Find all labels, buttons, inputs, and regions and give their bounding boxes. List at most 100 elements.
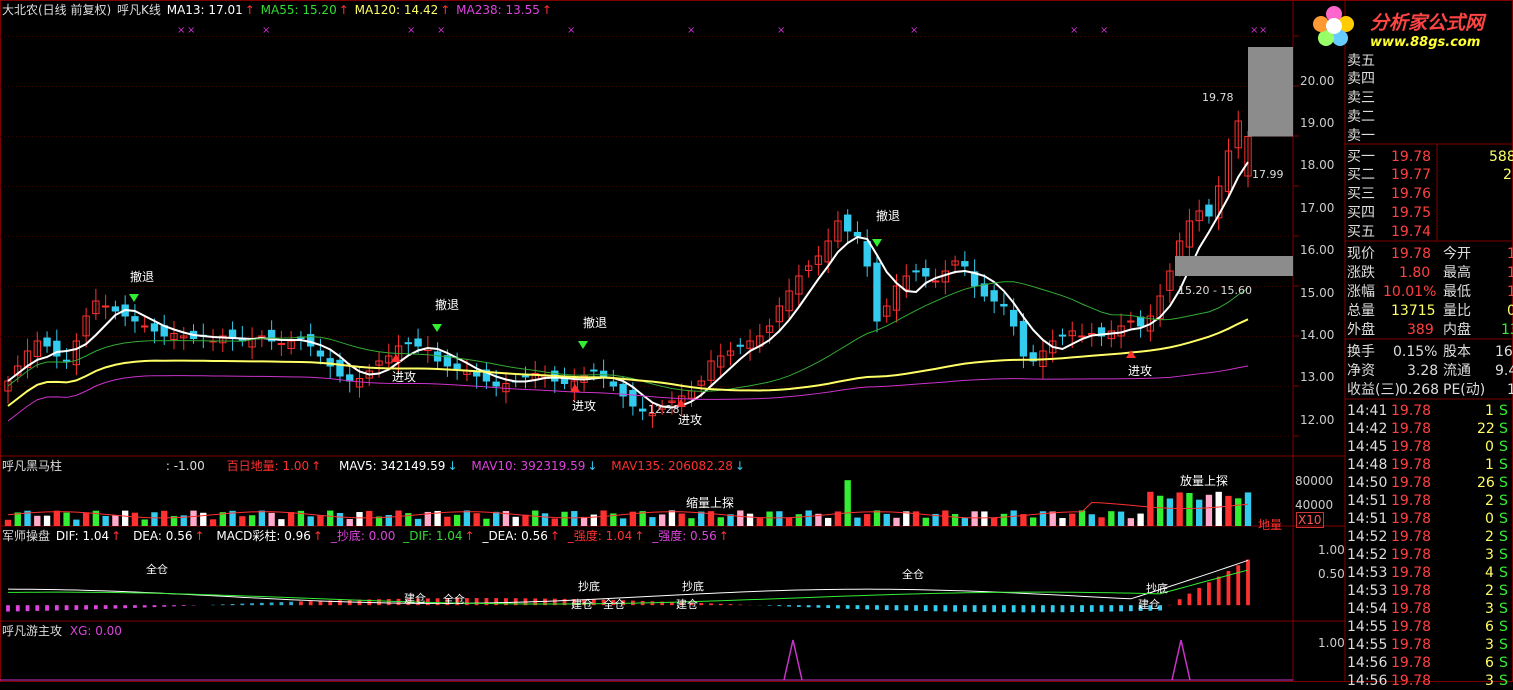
price-grid-dot xyxy=(412,386,413,387)
price-grid-dot xyxy=(976,186,977,187)
price-grid-dot xyxy=(672,136,673,137)
price-grid-dot xyxy=(520,186,521,187)
price-grid-dot xyxy=(1116,86,1117,87)
ask-row: 卖五 xyxy=(1345,52,1513,70)
price-grid-dot xyxy=(1148,186,1149,187)
price-grid-dot xyxy=(948,36,949,37)
price-grid-dot xyxy=(1264,336,1265,337)
price-grid-dot xyxy=(304,386,305,387)
price-grid-dot xyxy=(196,36,197,37)
price-grid-dot xyxy=(520,336,521,337)
price-grid-dot xyxy=(684,86,685,87)
price-grid-dot xyxy=(228,436,229,437)
price-grid-dot xyxy=(404,436,405,437)
price-grid-dot xyxy=(300,386,301,387)
price-grid-dot xyxy=(1016,336,1017,337)
price-grid-dot xyxy=(488,136,489,137)
price-grid-dot xyxy=(468,336,469,337)
price-grid-dot xyxy=(1156,186,1157,187)
price-grid-dot xyxy=(76,86,77,87)
price-grid-dot xyxy=(40,386,41,387)
candle-body xyxy=(590,369,598,372)
price-grid-dot xyxy=(1076,336,1077,337)
price-grid-dot xyxy=(200,186,201,187)
price-grid-dot xyxy=(1096,386,1097,387)
volume-bar xyxy=(1088,514,1095,526)
price-grid-dot xyxy=(28,136,29,137)
price-grid-dot xyxy=(716,36,717,37)
price-grid-dot xyxy=(20,436,21,437)
tick-row: 14:56 19.78 6 S xyxy=(1345,654,1513,672)
price-grid-dot xyxy=(344,36,345,37)
price-grid-dot xyxy=(268,236,269,237)
price-grid-dot xyxy=(308,236,309,237)
price-grid-dot xyxy=(536,86,537,87)
price-grid-dot xyxy=(128,86,129,87)
price-grid-dot xyxy=(716,386,717,387)
price-grid-dot xyxy=(1104,136,1105,137)
price-grid-dot xyxy=(1068,86,1069,87)
price-grid-dot xyxy=(516,136,517,137)
price-grid-dot xyxy=(824,336,825,337)
price-grid-dot xyxy=(616,36,617,37)
price-grid-dot xyxy=(448,286,449,287)
price-grid-dot xyxy=(388,336,389,337)
price-grid-dot xyxy=(392,236,393,237)
price-grid-dot xyxy=(356,136,357,137)
price-grid-dot xyxy=(40,136,41,137)
price-grid-dot xyxy=(960,186,961,187)
price-grid-dot xyxy=(648,36,649,37)
price-grid-dot xyxy=(208,386,209,387)
price-grid-dot xyxy=(1132,236,1133,237)
price-grid-dot xyxy=(460,136,461,137)
price-grid-dot xyxy=(972,436,973,437)
price-grid-dot xyxy=(596,86,597,87)
price-grid-dot xyxy=(328,36,329,37)
price-grid-dot xyxy=(588,186,589,187)
price-grid-dot xyxy=(580,136,581,137)
price-grid-dot xyxy=(912,286,913,287)
price-grid-dot xyxy=(560,236,561,237)
price-grid-dot xyxy=(1076,236,1077,237)
candle-body xyxy=(131,316,139,322)
price-grid-dot xyxy=(796,36,797,37)
price-grid-dot xyxy=(768,236,769,237)
price-grid-dot xyxy=(1076,386,1077,387)
price-grid-dot xyxy=(512,36,513,37)
price-grid-dot xyxy=(404,136,405,137)
price-grid-dot xyxy=(584,86,585,87)
price-grid-dot xyxy=(980,136,981,137)
price-grid-dot xyxy=(188,136,189,137)
price-grid-dot xyxy=(1164,86,1165,87)
price-grid-dot xyxy=(544,336,545,337)
price-grid-dot xyxy=(1056,336,1057,337)
volume-bar xyxy=(717,517,724,526)
price-grid-dot xyxy=(936,136,937,137)
price-grid-dot xyxy=(296,336,297,337)
price-grid-dot xyxy=(1188,86,1189,87)
price-grid-dot xyxy=(924,386,925,387)
price-grid-dot xyxy=(692,36,693,37)
price-grid-dot xyxy=(764,436,765,437)
price-grid-dot xyxy=(296,236,297,237)
price-grid-dot xyxy=(1080,186,1081,187)
price-grid-dot xyxy=(496,186,497,187)
price-grid-dot xyxy=(1052,186,1053,187)
price-grid-dot xyxy=(476,186,477,187)
price-grid-dot xyxy=(328,186,329,187)
price-grid-dot xyxy=(1024,136,1025,137)
price-grid-dot xyxy=(1208,136,1209,137)
price-grid-dot xyxy=(636,136,637,137)
price-grid-dot xyxy=(592,186,593,187)
price-grid-dot xyxy=(1276,386,1277,387)
price-grid-dot xyxy=(52,436,53,437)
price-grid-dot xyxy=(188,336,189,337)
price-grid-dot xyxy=(904,186,905,187)
price-grid-dot xyxy=(696,236,697,237)
price-grid-dot xyxy=(784,236,785,237)
price-grid-dot xyxy=(60,36,61,37)
volume-bar xyxy=(1235,498,1242,526)
price-grid-dot xyxy=(580,236,581,237)
price-grid-dot xyxy=(632,336,633,337)
price-grid-dot xyxy=(120,286,121,287)
